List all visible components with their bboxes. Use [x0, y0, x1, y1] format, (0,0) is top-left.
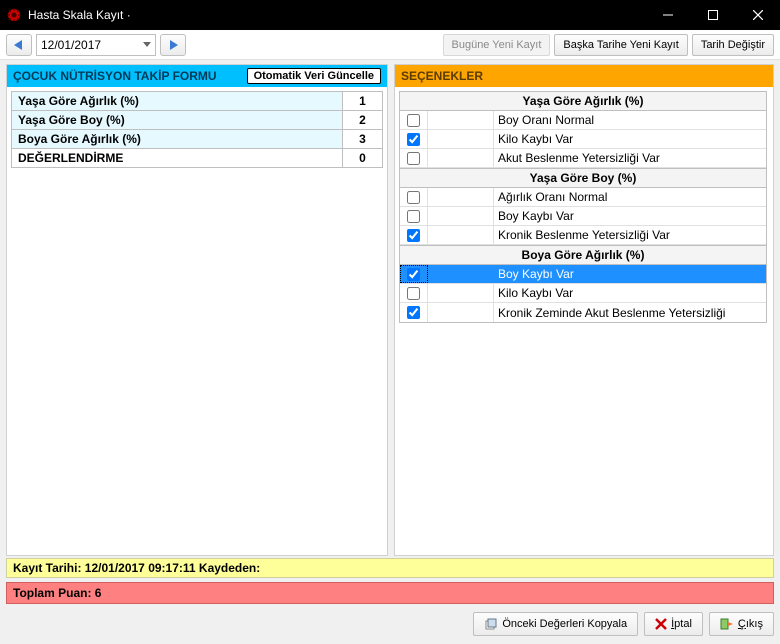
- form-row-value: 3: [343, 130, 383, 149]
- cancel-button[interactable]: İptal: [644, 612, 703, 636]
- option-spacer: [428, 226, 494, 244]
- option-checkbox[interactable]: [407, 210, 420, 223]
- window-title: Hasta Skala Kayıt ·: [28, 8, 131, 22]
- form-panel-header: ÇOCUK NÜTRİSYON TAKİP FORMU Otomatik Ver…: [7, 65, 387, 87]
- option-checkbox-cell[interactable]: [400, 226, 428, 244]
- option-row[interactable]: Kilo Kaybı Var: [400, 130, 766, 149]
- option-group-header: Yaşa Göre Ağırlık (%): [400, 92, 766, 111]
- form-table: Yaşa Göre Ağırlık (%)1Yaşa Göre Boy (%)2…: [11, 91, 383, 168]
- option-spacer: [428, 303, 494, 322]
- option-label: Boy Kaybı Var: [494, 267, 766, 281]
- option-row[interactable]: Kronik Zeminde Akut Beslenme Yetersizliğ…: [400, 303, 766, 322]
- option-group-header: Boya Göre Ağırlık (%): [400, 245, 766, 265]
- cancel-icon: [655, 618, 667, 630]
- option-spacer: [428, 130, 494, 148]
- option-row[interactable]: Ağırlık Oranı Normal: [400, 188, 766, 207]
- form-row-label: Boya Göre Ağırlık (%): [12, 130, 343, 149]
- option-spacer: [428, 207, 494, 225]
- option-row[interactable]: Kronik Beslenme Yetersizliği Var: [400, 226, 766, 245]
- total-score-value: 6: [95, 586, 102, 600]
- form-row-label: Yaşa Göre Ağırlık (%): [12, 92, 343, 111]
- option-checkbox-cell[interactable]: [400, 207, 428, 225]
- form-row[interactable]: Boya Göre Ağırlık (%)3: [12, 130, 383, 149]
- option-checkbox[interactable]: [407, 306, 420, 319]
- option-group-header: Yaşa Göre Boy (%): [400, 168, 766, 188]
- option-checkbox[interactable]: [407, 229, 420, 242]
- next-button[interactable]: [160, 34, 186, 56]
- total-score-bar: Toplam Puan: 6: [6, 582, 774, 604]
- form-row-value: 1: [343, 92, 383, 111]
- chevron-down-icon: [143, 42, 151, 48]
- option-label: Ağırlık Oranı Normal: [494, 190, 766, 204]
- prev-button[interactable]: [6, 34, 32, 56]
- option-spacer: [428, 149, 494, 167]
- option-row[interactable]: Boy Kaybı Var: [400, 207, 766, 226]
- record-info-bar: Kayıt Tarihi: 12/01/2017 09:17:11 Kayded…: [6, 558, 774, 578]
- footer: Önceki Değerleri Kopyala İptal Çıkış: [0, 604, 780, 644]
- option-label: Kronik Zeminde Akut Beslenme Yetersizliğ…: [494, 306, 766, 320]
- form-row[interactable]: Yaşa Göre Ağırlık (%)1: [12, 92, 383, 111]
- option-checkbox-cell[interactable]: [400, 303, 428, 322]
- option-row[interactable]: Akut Beslenme Yetersizliği Var: [400, 149, 766, 168]
- close-button[interactable]: [735, 0, 780, 30]
- new-record-today-button: Bugüne Yeni Kayıt: [443, 34, 551, 56]
- form-panel: ÇOCUK NÜTRİSYON TAKİP FORMU Otomatik Ver…: [6, 64, 388, 556]
- option-row[interactable]: Kilo Kaybı Var: [400, 284, 766, 303]
- form-row-value: 2: [343, 111, 383, 130]
- form-row-label: Yaşa Göre Boy (%): [12, 111, 343, 130]
- option-row[interactable]: Boy Oranı Normal: [400, 111, 766, 130]
- option-label: Kilo Kaybı Var: [494, 286, 766, 300]
- option-checkbox[interactable]: [407, 114, 420, 127]
- option-spacer: [428, 265, 494, 283]
- minimize-button[interactable]: [645, 0, 690, 30]
- option-row[interactable]: Boy Kaybı Var: [400, 265, 766, 284]
- options-panel: SEÇENEKLER Yaşa Göre Ağırlık (%) Boy Oran…: [394, 64, 774, 556]
- record-datetime: 12/01/2017 09:17:11: [85, 561, 196, 575]
- option-label: Akut Beslenme Yetersizliği Var: [494, 151, 766, 165]
- option-label: Kilo Kaybı Var: [494, 132, 766, 146]
- option-checkbox-cell[interactable]: [400, 265, 428, 283]
- option-checkbox-cell[interactable]: [400, 149, 428, 167]
- options-panel-header: SEÇENEKLER: [395, 65, 773, 87]
- maximize-button[interactable]: [690, 0, 735, 30]
- date-combo[interactable]: 12/01/2017: [36, 34, 156, 56]
- option-checkbox-cell[interactable]: [400, 111, 428, 129]
- option-label: Boy Oranı Normal: [494, 113, 766, 127]
- app-icon: [6, 7, 22, 23]
- option-spacer: [428, 111, 494, 129]
- option-checkbox-cell[interactable]: [400, 284, 428, 302]
- form-row-value: 0: [343, 149, 383, 168]
- option-checkbox-cell[interactable]: [400, 130, 428, 148]
- copy-icon: [484, 617, 498, 631]
- new-record-other-date-button[interactable]: Başka Tarihe Yeni Kayıt: [554, 34, 687, 56]
- exit-button[interactable]: Çıkış: [709, 612, 774, 636]
- option-checkbox[interactable]: [407, 133, 420, 146]
- option-spacer: [428, 188, 494, 206]
- change-date-button[interactable]: Tarih Değiştir: [692, 34, 774, 56]
- toolbar: 12/01/2017 Bugüne Yeni Kayıt Başka Tarih…: [0, 30, 780, 60]
- date-value: 12/01/2017: [41, 38, 101, 52]
- option-checkbox[interactable]: [407, 287, 420, 300]
- option-label: Boy Kaybı Var: [494, 209, 766, 223]
- option-label: Kronik Beslenme Yetersizliği Var: [494, 228, 766, 242]
- options-list: Yaşa Göre Ağırlık (%) Boy Oranı Normal Kil…: [399, 91, 767, 323]
- form-row[interactable]: Yaşa Göre Boy (%)2: [12, 111, 383, 130]
- options-panel-title: SEÇENEKLER: [401, 69, 483, 83]
- content-area: ÇOCUK NÜTRİSYON TAKİP FORMU Otomatik Ver…: [0, 60, 780, 556]
- option-checkbox-cell[interactable]: [400, 188, 428, 206]
- option-checkbox[interactable]: [407, 268, 420, 281]
- form-panel-title: ÇOCUK NÜTRİSYON TAKİP FORMU: [13, 69, 217, 83]
- option-checkbox[interactable]: [407, 152, 420, 165]
- option-checkbox[interactable]: [407, 191, 420, 204]
- exit-icon: [720, 617, 734, 631]
- form-row[interactable]: DEĞERLENDİRME0: [12, 149, 383, 168]
- auto-update-button[interactable]: Otomatik Veri Güncelle: [247, 68, 381, 84]
- option-spacer: [428, 284, 494, 302]
- copy-previous-button[interactable]: Önceki Değerleri Kopyala: [473, 612, 638, 636]
- titlebar: Hasta Skala Kayıt ·: [0, 0, 780, 30]
- form-row-label: DEĞERLENDİRME: [12, 149, 343, 168]
